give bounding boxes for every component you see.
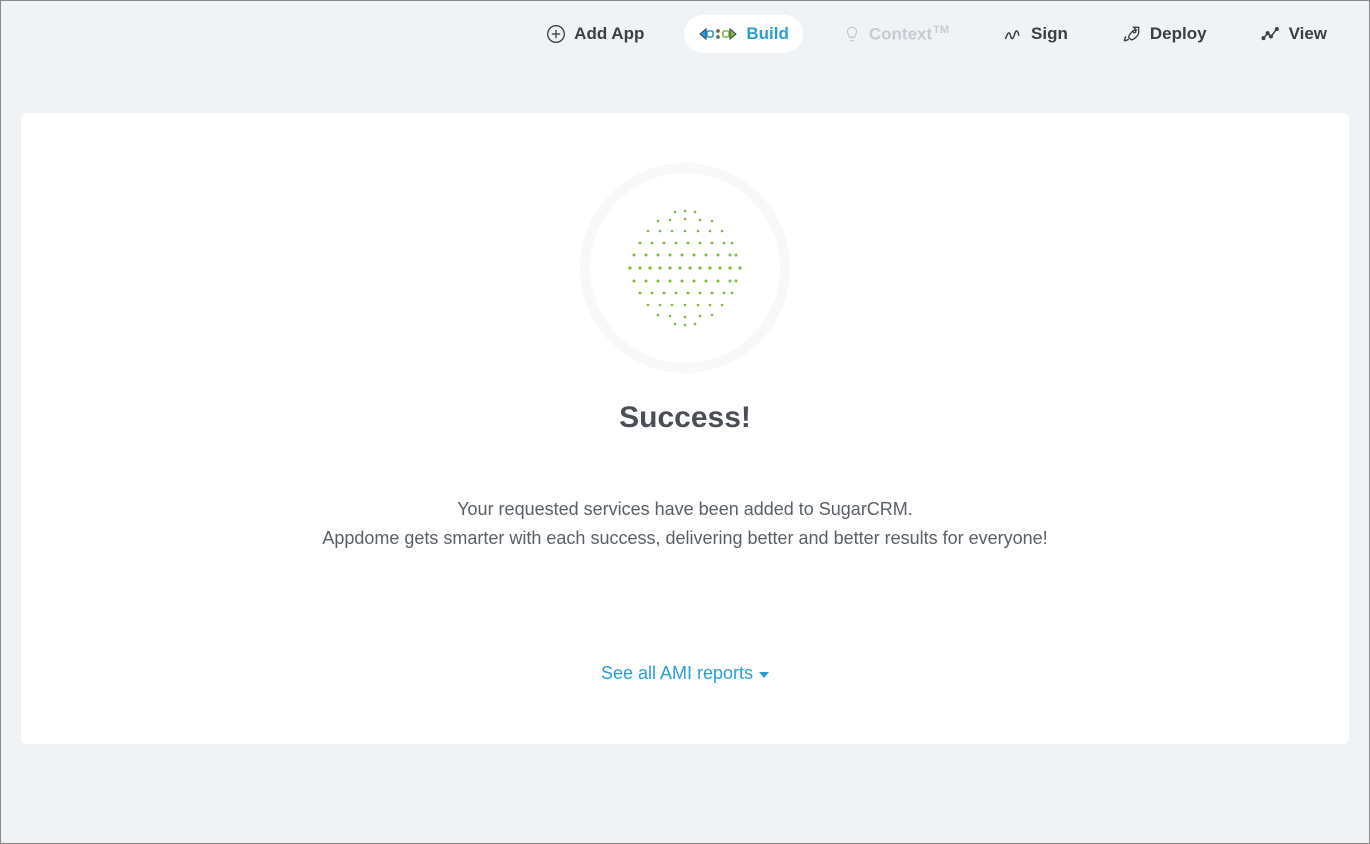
caret-down-icon xyxy=(759,672,769,678)
nav-label: View xyxy=(1289,24,1327,44)
success-message-line2: Appdome gets smarter with each success, … xyxy=(61,524,1309,553)
globe-frame xyxy=(580,163,790,373)
nav-label: Add App xyxy=(574,24,644,44)
nav-view[interactable]: View xyxy=(1247,16,1341,52)
success-message-line1: Your requested services have been added … xyxy=(61,495,1309,524)
globe-icon xyxy=(620,203,750,333)
build-icon xyxy=(698,23,738,45)
nav-context: ContextTM xyxy=(829,16,963,53)
success-title: Success! xyxy=(61,401,1309,435)
rocket-icon xyxy=(1122,24,1142,44)
chart-line-icon xyxy=(1261,24,1281,44)
success-card: Success! Your requested services have be… xyxy=(21,113,1349,744)
nav-add-app[interactable]: Add App xyxy=(532,16,658,52)
nav-build[interactable]: Build xyxy=(684,15,803,53)
top-nav: Add App Build ContextTM Sign xyxy=(1,1,1369,73)
see-reports-link[interactable]: See all AMI reports xyxy=(601,663,769,684)
nav-label: ContextTM xyxy=(869,24,949,45)
nav-label: Build xyxy=(746,24,789,44)
nav-deploy[interactable]: Deploy xyxy=(1108,16,1221,52)
nav-label: Deploy xyxy=(1150,24,1207,44)
signature-icon xyxy=(1003,24,1023,44)
nav-sign[interactable]: Sign xyxy=(989,16,1082,52)
plus-circle-icon xyxy=(546,24,566,44)
lightbulb-icon xyxy=(843,24,861,44)
nav-label: Sign xyxy=(1031,24,1068,44)
reports-link-label: See all AMI reports xyxy=(601,663,753,684)
